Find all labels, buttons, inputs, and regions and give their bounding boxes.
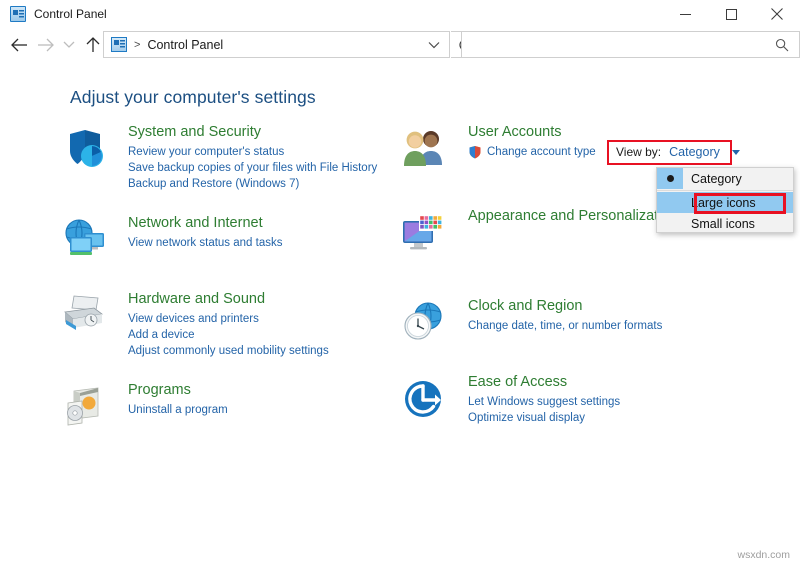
address-dropdown-chevron-icon[interactable] (428, 41, 440, 49)
view-by-dropdown-menu[interactable]: Category Large icons Small icons (656, 167, 794, 233)
category-link[interactable]: View devices and printers (128, 311, 400, 327)
menu-item-gutter (657, 213, 683, 234)
category-title[interactable]: Appearance and Personalization (468, 207, 678, 226)
title-bar: Control Panel (0, 0, 800, 28)
category-body: Hardware and Sound View devices and prin… (128, 290, 400, 359)
category-link[interactable]: Change date, time, or number formats (468, 318, 730, 334)
breadcrumb-control-panel-icon (111, 37, 127, 52)
shield-clock-icon (60, 125, 108, 173)
window-title: Control Panel (34, 7, 107, 21)
category-title[interactable]: Clock and Region (468, 297, 582, 316)
programs-disc-icon (60, 383, 108, 431)
radio-selected-icon (657, 168, 683, 189)
category-hardware-and-sound[interactable]: Hardware and Sound View devices and prin… (60, 290, 400, 359)
search-input[interactable] (462, 37, 775, 53)
category-link[interactable]: Add a device (128, 327, 400, 343)
window-buttons (662, 0, 800, 28)
menu-item-label: Category (683, 172, 742, 186)
maximize-button[interactable] (708, 0, 754, 28)
menu-item-large-icons[interactable]: Large icons (657, 192, 793, 213)
forward-button[interactable] (32, 30, 58, 60)
menu-item-category[interactable]: Category (657, 168, 793, 189)
category-programs[interactable]: Programs Uninstall a program (60, 381, 400, 435)
search-icon[interactable] (775, 38, 789, 52)
address-bar[interactable]: > Control Panel (103, 31, 450, 58)
category-title[interactable]: Ease of Access (468, 373, 567, 392)
menu-item-label: Small icons (683, 217, 755, 231)
category-link[interactable]: Save backup copies of your files with Fi… (128, 160, 400, 176)
caret-down-icon[interactable] (732, 150, 740, 155)
ease-of-access-icon (400, 375, 448, 423)
category-link[interactable]: Review your computer's status (128, 144, 400, 160)
category-title[interactable]: Network and Internet (128, 214, 263, 233)
category-body: System and Security Review your computer… (128, 123, 400, 192)
category-link[interactable]: Adjust commonly used mobility settings (128, 343, 400, 359)
breadcrumb-control-panel[interactable]: Control Panel (147, 38, 223, 52)
breadcrumb-separator: > (134, 39, 140, 51)
category-clock-and-region[interactable]: Clock and Region Change date, time, or n… (400, 297, 730, 351)
category-link[interactable]: Uninstall a program (128, 402, 400, 418)
category-body: Clock and Region Change date, time, or n… (468, 297, 730, 334)
menu-item-small-icons[interactable]: Small icons (657, 213, 793, 234)
user-accounts-icon (400, 125, 448, 173)
menu-item-label: Large icons (683, 196, 756, 210)
printer-icon (60, 292, 108, 340)
clock-globe-icon (400, 299, 448, 347)
menu-item-gutter (657, 192, 683, 213)
category-system-and-security[interactable]: System and Security Review your computer… (60, 123, 400, 192)
shield-uac-icon (468, 145, 482, 159)
category-title[interactable]: System and Security (128, 123, 261, 142)
category-link[interactable]: Backup and Restore (Windows 7) (128, 176, 400, 192)
category-title[interactable]: User Accounts (468, 123, 562, 142)
category-link[interactable]: Optimize visual display (468, 410, 730, 426)
back-button[interactable] (6, 30, 32, 60)
view-by-label: View by: (616, 145, 661, 159)
left-category-column: System and Security Review your computer… (60, 123, 400, 445)
recent-locations-button[interactable] (58, 30, 80, 60)
category-network-and-internet[interactable]: Network and Internet View network status… (60, 214, 400, 268)
view-by-value[interactable]: Category (669, 145, 720, 159)
view-by-control[interactable]: View by: Category (616, 145, 740, 159)
close-button[interactable] (754, 0, 800, 28)
category-link-label: Change account type (487, 144, 596, 160)
category-body: Programs Uninstall a program (128, 381, 400, 418)
watermark: wsxdn.com (737, 549, 790, 561)
title-bar-left: Control Panel (0, 6, 107, 22)
control-panel-window: Control Panel > (0, 0, 800, 568)
content-area: Adjust your computer's settings System a… (0, 61, 800, 568)
category-link[interactable]: View network status and tasks (128, 235, 400, 251)
category-body: Ease of Access Let Windows suggest setti… (468, 373, 730, 426)
globe-monitors-icon (60, 216, 108, 264)
page-title: Adjust your computer's settings (70, 87, 316, 108)
search-box[interactable] (461, 31, 800, 58)
appearance-monitor-icon (400, 209, 448, 257)
category-title[interactable]: Hardware and Sound (128, 290, 265, 309)
category-ease-of-access[interactable]: Ease of Access Let Windows suggest setti… (400, 373, 730, 427)
category-link[interactable]: Let Windows suggest settings (468, 394, 730, 410)
category-body: Network and Internet View network status… (128, 214, 400, 251)
menu-separator (657, 190, 793, 191)
control-panel-icon (10, 6, 26, 22)
minimize-button[interactable] (662, 0, 708, 28)
category-title[interactable]: Programs (128, 381, 191, 400)
